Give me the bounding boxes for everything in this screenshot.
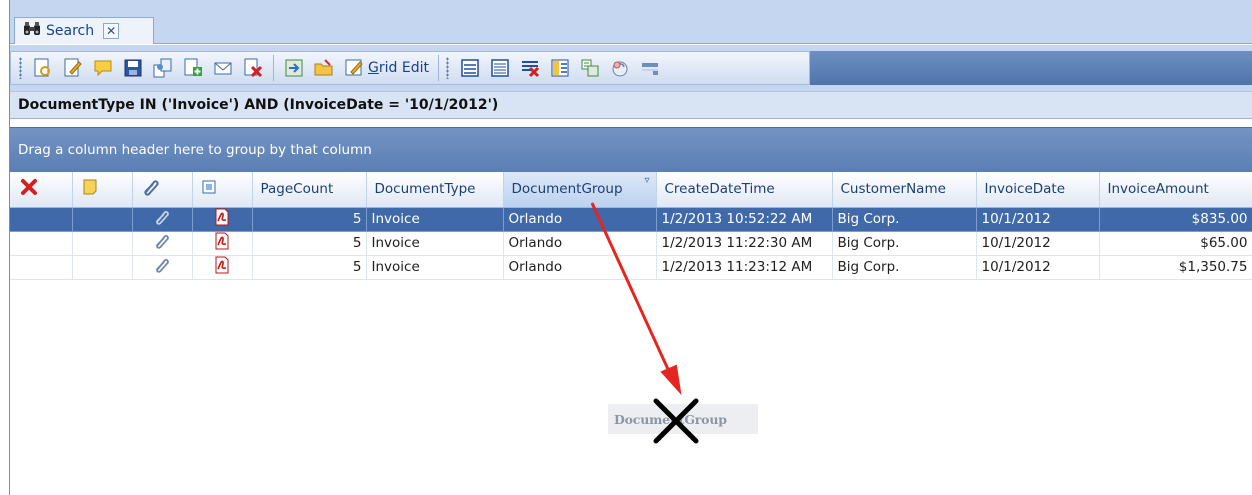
toolbar-grip[interactable] [19,57,22,79]
export-icon[interactable] [282,56,306,80]
notes-column-header[interactable] [72,172,133,208]
cell-customername: Big Corp. [832,255,977,280]
comment-icon[interactable] [91,56,115,80]
table-row[interactable]: 5 Invoice Orlando 1/2/2013 11:22:30 AM B… [10,231,1252,256]
add-document-icon[interactable] [181,56,205,80]
toolbar-row: Grid Edit [10,45,1252,91]
cell-createdatetime: 1/2/2013 11:22:30 AM [656,231,833,256]
filter-icon[interactable]: ▿ [644,175,649,186]
toolbar-background [810,51,1252,85]
note-icon [81,179,99,200]
cell-customername: Big Corp. [832,231,977,256]
cell-documenttype: Invoice [366,255,504,280]
cell-invoicedate: 10/1/2012 [976,255,1100,280]
results-table: PageCount DocumentType DocumentGroup ▿ Cr… [10,172,1252,280]
delete-icon [20,179,38,200]
column-header-invoicedate[interactable]: InvoiceDate [976,172,1100,208]
close-icon[interactable]: ✕ [103,23,120,39]
binoculars-icon [23,21,41,41]
attachments-column-header[interactable] [132,172,193,208]
reset-layout-icon[interactable] [608,56,632,80]
email-icon[interactable] [211,56,235,80]
paperclip-icon[interactable] [132,255,193,280]
column-header-documentgroup-label: DocumentGroup [511,181,623,198]
grid-edit-icon[interactable] [342,56,366,80]
cell-pagecount: 5 [252,231,367,256]
results-grid: PageCount DocumentType DocumentGroup ▿ Cr… [10,172,1252,280]
cell-invoicedate: 10/1/2012 [976,231,1100,256]
document-column-header[interactable] [192,172,253,208]
cell-createdatetime: 1/2/2013 11:23:12 AM [656,255,833,280]
list-view-icon[interactable] [458,56,482,80]
toolbar-separator [437,55,439,81]
view-document-icon[interactable] [31,56,55,80]
clear-filter-icon[interactable] [518,56,542,80]
cell-pagecount: 5 [252,255,367,280]
paperclip-icon[interactable] [132,207,193,232]
paperclip-icon [141,180,161,201]
tab-search[interactable]: Search ✕ [14,17,154,44]
cell-invoiceamount: $1,350.75 [1099,255,1252,280]
filter-expression: DocumentType IN ('Invoice') AND (Invoice… [10,91,1252,119]
cell-documenttype: Invoice [366,207,504,232]
delete-column-header[interactable] [10,172,73,208]
column-header-customername[interactable]: CustomerName [832,172,977,208]
pdf-icon[interactable] [192,255,253,280]
table-row[interactable]: 5 Invoice Orlando 1/2/2013 11:23:12 AM B… [10,255,1252,280]
details-view-icon[interactable] [488,56,512,80]
drop-not-allowed-icon [653,398,699,444]
pdf-icon[interactable] [192,231,253,256]
grid-edit-button[interactable]: Grid Edit [368,60,429,76]
open-folder-icon[interactable] [312,56,336,80]
document-view-icon [201,180,217,199]
notes-cell[interactable] [72,255,133,280]
toolbar-grip[interactable] [445,57,449,79]
grid-edit-mnemonic: G [368,60,379,76]
cell-documentgroup: Orlando [503,231,657,256]
edit-document-icon[interactable] [61,56,85,80]
delete-cell[interactable] [10,207,73,232]
cell-documenttype: Invoice [366,231,504,256]
cell-invoicedate: 10/1/2012 [976,207,1100,232]
cell-customername: Big Corp. [832,207,977,232]
notes-cell[interactable] [72,207,133,232]
toolbar-separator [273,55,274,81]
group-by-panel[interactable]: Drag a column header here to group by th… [10,127,1252,172]
copy-documents-icon[interactable] [151,56,175,80]
cell-documentgroup: Orlando [503,207,657,232]
delete-cell[interactable] [10,231,73,256]
save-icon[interactable] [121,56,145,80]
cell-documentgroup: Orlando [503,255,657,280]
header-row: PageCount DocumentType DocumentGroup ▿ Cr… [10,172,1252,208]
print-preview-icon[interactable] [638,56,662,80]
pdf-icon[interactable] [192,207,253,232]
tab-search-label: Search [46,23,95,39]
column-header-createdatetime[interactable]: CreateDateTime [656,172,833,208]
column-header-pagecount[interactable]: PageCount [252,172,367,208]
column-header-documentgroup[interactable]: DocumentGroup ▿ [503,172,657,208]
delete-document-icon[interactable] [241,56,265,80]
table-row[interactable]: 5 Invoice Orlando 1/2/2013 10:52:22 AM B… [10,207,1252,232]
column-chooser-icon[interactable] [548,56,572,80]
layout-icon[interactable] [578,56,602,80]
delete-cell[interactable] [10,255,73,280]
grid-edit-label: rid Edit [378,60,429,76]
cell-createdatetime: 1/2/2013 10:52:22 AM [656,207,833,232]
notes-cell[interactable] [72,231,133,256]
cell-pagecount: 5 [252,207,367,232]
cell-invoiceamount: $835.00 [1099,207,1252,232]
paperclip-icon[interactable] [132,231,193,256]
toolbar: Grid Edit [10,51,810,85]
tab-strip: Search ✕ [10,0,1252,44]
cell-invoiceamount: $65.00 [1099,231,1252,256]
column-header-documenttype[interactable]: DocumentType [366,172,504,208]
column-header-invoiceamount[interactable]: InvoiceAmount [1099,172,1252,208]
